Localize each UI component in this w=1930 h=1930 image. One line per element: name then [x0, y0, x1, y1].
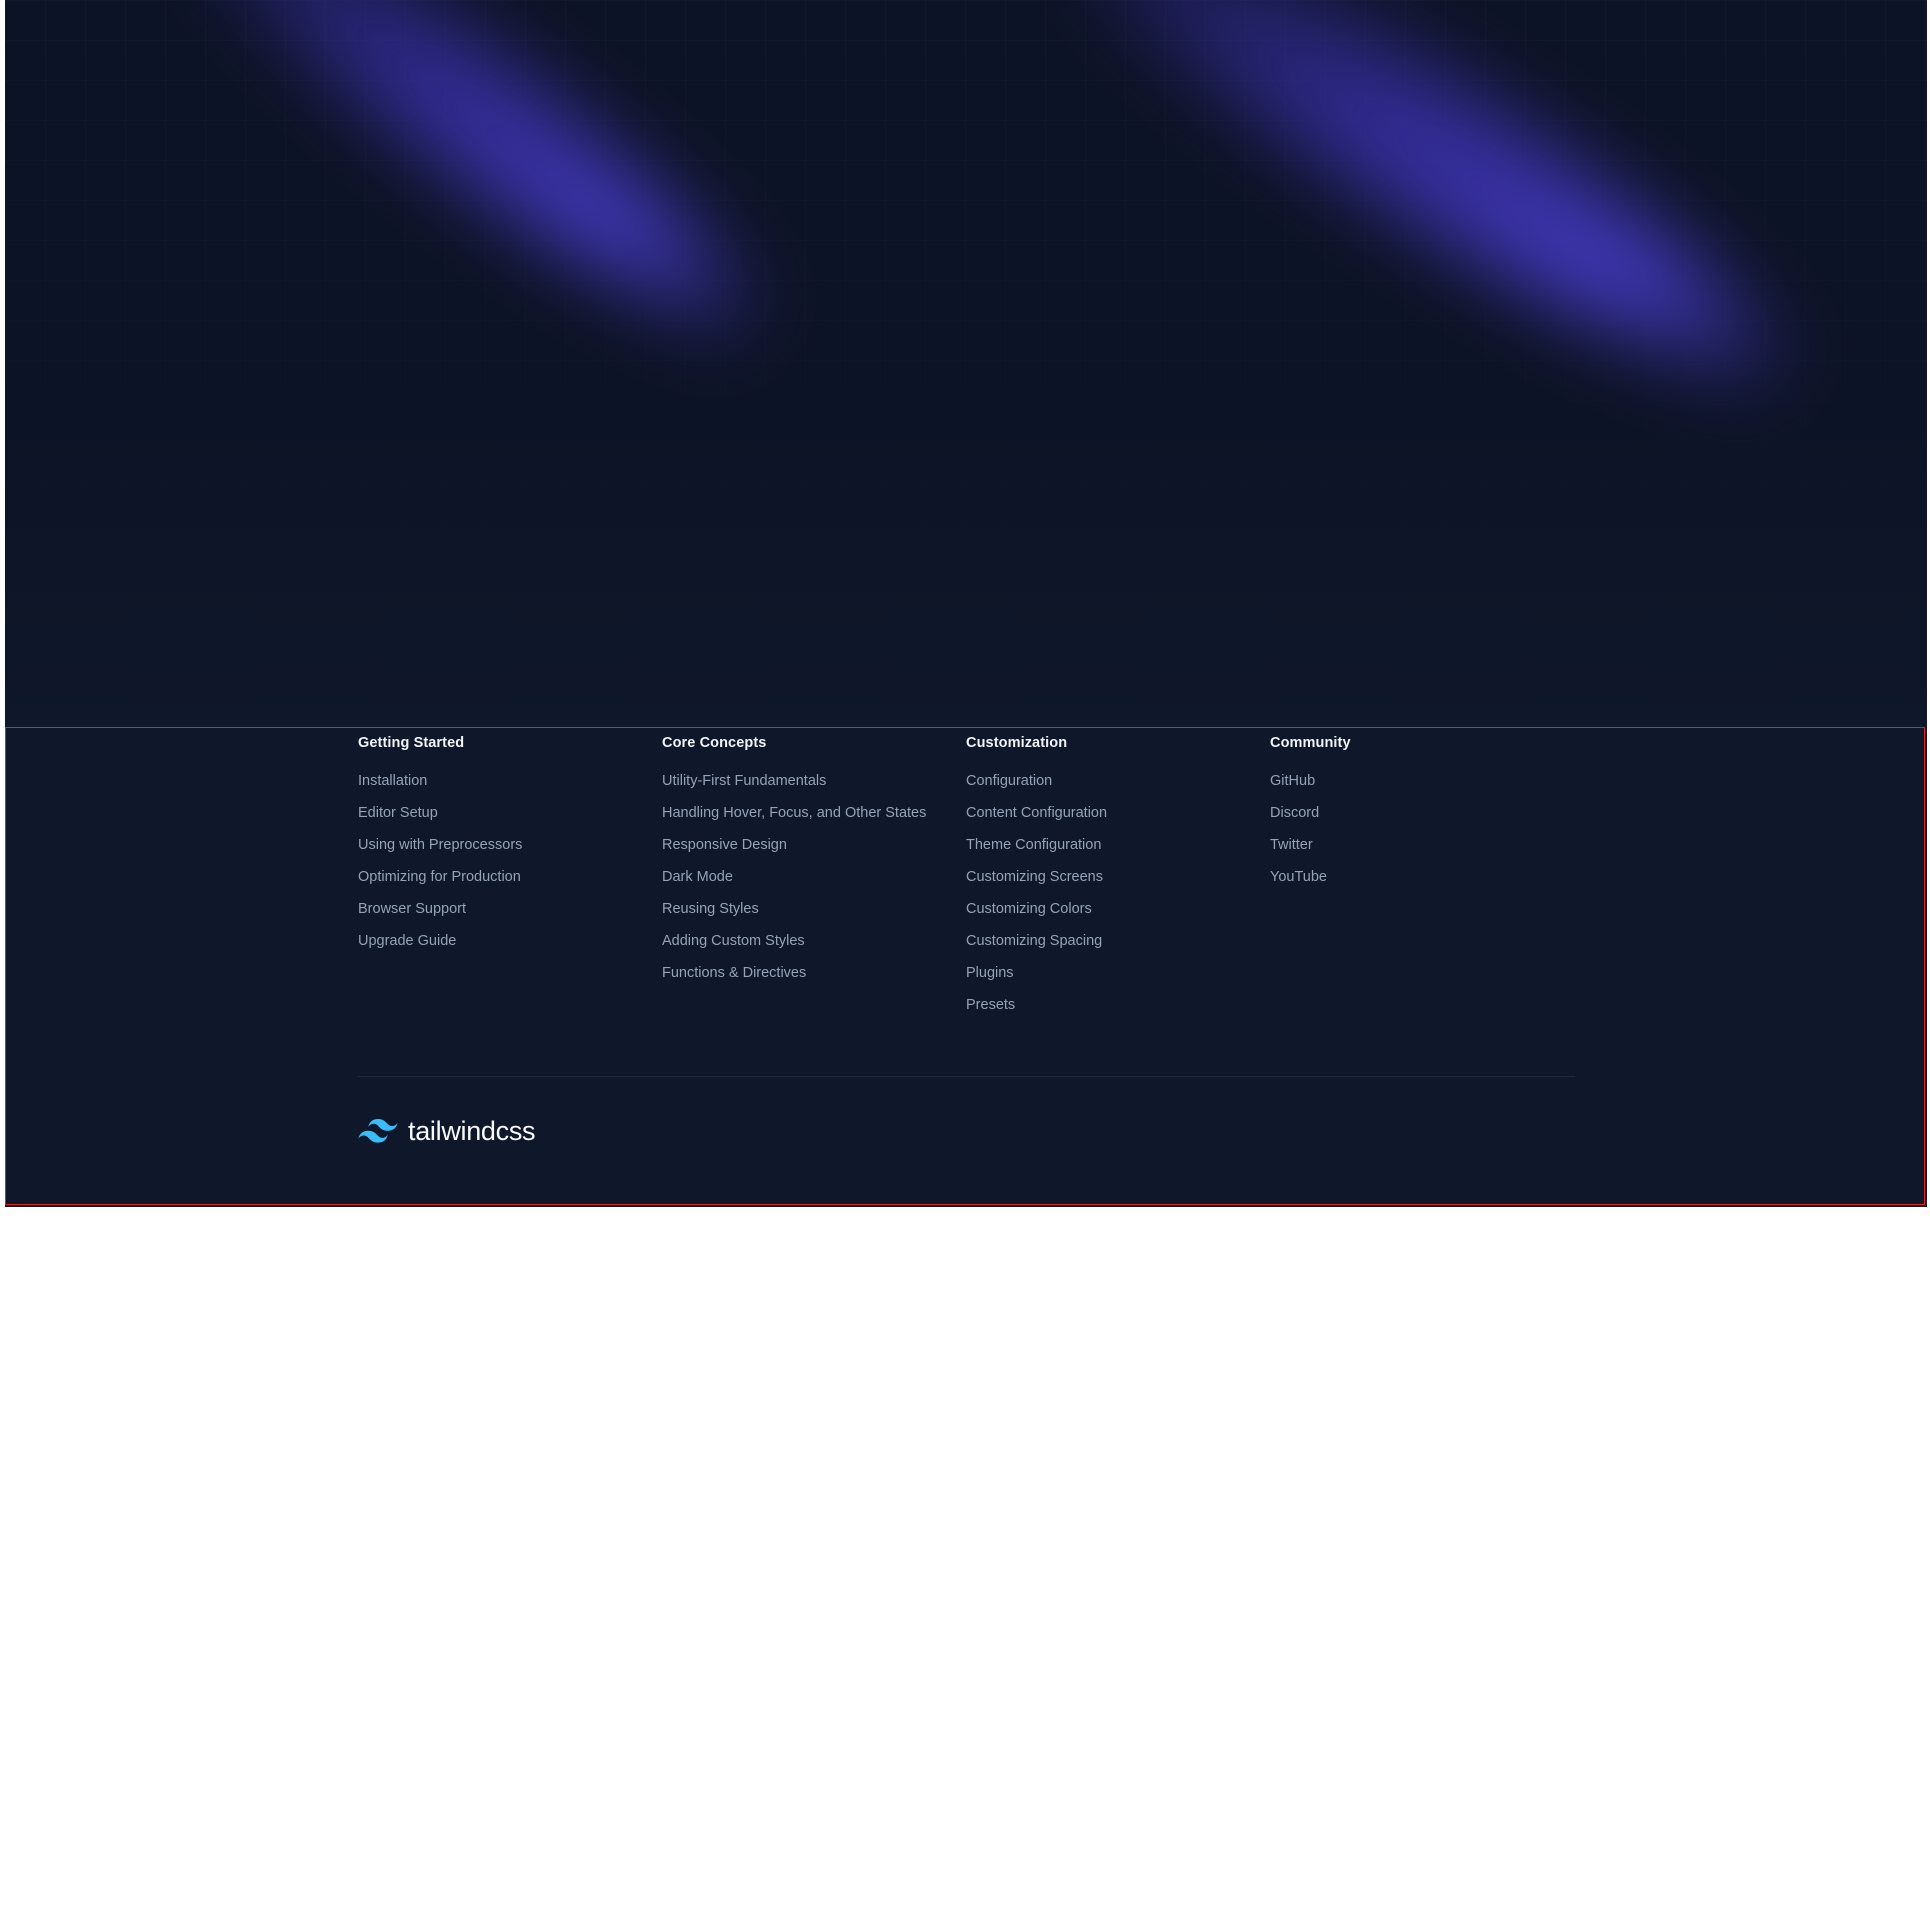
footer-inner: Getting Started Installation Editor Setu…: [358, 728, 1575, 1204]
footer-column-heading: Community: [1270, 735, 1351, 751]
footer-link-installation[interactable]: Installation: [358, 765, 662, 797]
footer-link-editor-setup[interactable]: Editor Setup: [358, 797, 662, 829]
footer-link-list: Utility-First Fundamentals Handling Hove…: [662, 765, 966, 989]
site-footer: Getting Started Installation Editor Setu…: [5, 727, 1925, 1205]
hero-background: [5, 0, 1927, 727]
footer-link-youtube[interactable]: YouTube: [1270, 861, 1574, 893]
footer-link-github[interactable]: GitHub: [1270, 765, 1574, 797]
footer-link-configuration[interactable]: Configuration: [966, 765, 1270, 797]
footer-link-optimizing-for-production[interactable]: Optimizing for Production: [358, 861, 662, 893]
footer-column-customization: Customization Configuration Content Conf…: [966, 728, 1270, 1021]
footer-divider: [358, 1076, 1575, 1077]
footer-link-handling-hover-focus[interactable]: Handling Hover, Focus, and Other States: [662, 797, 966, 829]
tailwind-wave-logo-icon: [358, 1119, 398, 1143]
footer-link-discord[interactable]: Discord: [1270, 797, 1574, 829]
footer-link-theme-configuration[interactable]: Theme Configuration: [966, 829, 1270, 861]
footer-column-getting-started: Getting Started Installation Editor Setu…: [358, 728, 662, 1021]
footer-link-dark-mode[interactable]: Dark Mode: [662, 861, 966, 893]
footer-column-heading: Getting Started: [358, 735, 465, 751]
footer-link-twitter[interactable]: Twitter: [1270, 829, 1574, 861]
footer-link-upgrade-guide[interactable]: Upgrade Guide: [358, 925, 662, 957]
footer-link-using-with-preprocessors[interactable]: Using with Preprocessors: [358, 829, 662, 861]
footer-column-core-concepts: Core Concepts Utility-First Fundamentals…: [662, 728, 966, 1021]
footer-link-customizing-screens[interactable]: Customizing Screens: [966, 861, 1270, 893]
footer-column-heading: Customization: [966, 735, 1068, 751]
footer-link-list: Installation Editor Setup Using with Pre…: [358, 765, 662, 957]
footer-link-list: GitHub Discord Twitter YouTube: [1270, 765, 1574, 893]
footer-nav: Getting Started Installation Editor Setu…: [358, 728, 1575, 1021]
footer-link-browser-support[interactable]: Browser Support: [358, 893, 662, 925]
footer-link-customizing-spacing[interactable]: Customizing Spacing: [966, 925, 1270, 957]
footer-link-functions-directives[interactable]: Functions & Directives: [662, 957, 966, 989]
footer-link-list: Configuration Content Configuration Them…: [966, 765, 1270, 1021]
footer-link-plugins[interactable]: Plugins: [966, 957, 1270, 989]
footer-logo-link[interactable]: tailwindcss: [358, 1111, 536, 1151]
footer-link-customizing-colors[interactable]: Customizing Colors: [966, 893, 1270, 925]
footer-link-utility-first-fundamentals[interactable]: Utility-First Fundamentals: [662, 765, 966, 797]
footer-link-responsive-design[interactable]: Responsive Design: [662, 829, 966, 861]
footer-link-presets[interactable]: Presets: [966, 989, 1270, 1021]
brand-wordmark: tailwindcss: [408, 1116, 536, 1146]
footer-link-adding-custom-styles[interactable]: Adding Custom Styles: [662, 925, 966, 957]
hero-fade: [5, 407, 1927, 727]
footer-link-reusing-styles[interactable]: Reusing Styles: [662, 893, 966, 925]
footer-link-content-configuration[interactable]: Content Configuration: [966, 797, 1270, 829]
page: Getting Started Installation Editor Setu…: [0, 0, 1930, 1930]
footer-column-heading: Core Concepts: [662, 735, 767, 751]
footer-column-community: Community GitHub Discord Twitter YouTube: [1270, 728, 1574, 1021]
